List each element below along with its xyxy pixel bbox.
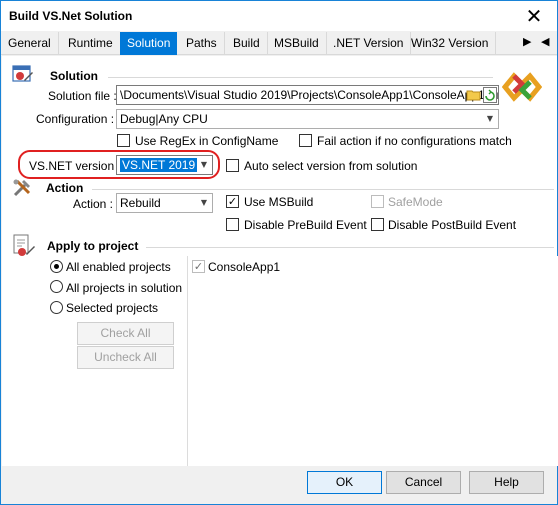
action-divider	[92, 189, 554, 190]
radio-all-enabled[interactable]	[50, 260, 63, 273]
apply-project-icon	[12, 234, 36, 258]
project-checkbox[interactable]: ✓	[192, 260, 205, 273]
solution-divider	[108, 77, 493, 78]
use-msbuild-label: Use MSBuild	[244, 195, 314, 209]
disable-postbuild-checkbox[interactable]	[371, 218, 384, 231]
tools-icon	[12, 178, 34, 198]
safemode-label: SafeMode	[388, 195, 443, 209]
close-icon[interactable]: ✕	[511, 1, 557, 31]
project-list: ✓ ConsoleApp1	[187, 256, 558, 466]
tab-runtime[interactable]: Runtime	[61, 32, 121, 55]
title-bar: Build VS.Net Solution ✕	[1, 1, 557, 31]
tab-paths[interactable]: Paths	[179, 32, 225, 55]
action-value: Rebuild	[120, 196, 161, 210]
tab-scroll-left-icon[interactable]: ◀	[541, 35, 549, 48]
help-button[interactable]: Help	[469, 471, 544, 494]
uncheck-all-button[interactable]: Uncheck All	[77, 346, 174, 369]
configuration-label: Configuration :	[36, 112, 115, 126]
solution-section-title: Solution	[50, 69, 98, 83]
chevron-down-icon: ▼	[486, 114, 493, 123]
tab-bar: General Runtime Solution Paths Build MSB…	[1, 31, 557, 55]
configuration-value: Debug|Any CPU	[120, 112, 208, 126]
tab-build[interactable]: Build	[226, 32, 268, 55]
tab-general[interactable]: General	[1, 32, 59, 55]
tab-msbuild[interactable]: MSBuild	[267, 32, 327, 55]
use-regex-checkbox[interactable]	[117, 134, 130, 147]
solution-file-value: \Documents\Visual Studio 2019\Projects\C…	[120, 88, 499, 102]
radio-selected-projects[interactable]	[50, 301, 63, 314]
solution-file-label: Solution file :	[48, 89, 117, 103]
tab-scroll-right-icon[interactable]: ▶	[523, 35, 531, 48]
chevron-down-icon: ▼	[200, 198, 207, 207]
apply-section-title: Apply to project	[47, 239, 139, 253]
highlight-annotation	[18, 150, 220, 179]
apply-divider	[146, 247, 554, 248]
disable-prebuild-checkbox[interactable]	[226, 218, 239, 231]
radio-selected-dot	[54, 264, 59, 269]
action-label: Action :	[73, 197, 114, 211]
tab-win32-version[interactable]: Win32 Version	[404, 32, 497, 55]
window-title: Build VS.Net Solution	[9, 9, 133, 23]
radio-all-in-solution[interactable]	[50, 280, 63, 293]
cancel-button[interactable]: Cancel	[386, 471, 461, 494]
radio-selected-projects-label: Selected projects	[66, 301, 159, 315]
refresh-icon[interactable]	[483, 87, 497, 103]
configuration-select[interactable]: Debug|Any CPU ▼	[116, 109, 499, 129]
folder-open-icon[interactable]	[466, 88, 482, 102]
dialog-window: Build VS.Net Solution ✕ General Runtime …	[0, 0, 558, 505]
safemode-checkbox[interactable]	[371, 195, 384, 208]
use-regex-label: Use RegEx in ConfigName	[135, 134, 279, 148]
dialog-footer: OK Cancel Help	[1, 466, 557, 504]
visual-studio-logo-icon	[501, 70, 543, 104]
tab-net-version[interactable]: .NET Version	[326, 32, 412, 55]
use-msbuild-checkbox[interactable]: ✓	[226, 195, 239, 208]
ok-button[interactable]: OK	[307, 471, 382, 494]
disable-postbuild-label: Disable PostBuild Event	[388, 218, 517, 232]
auto-select-checkbox[interactable]	[226, 159, 239, 172]
action-select[interactable]: Rebuild ▼	[116, 193, 213, 213]
project-name: ConsoleApp1	[208, 260, 281, 274]
fail-action-checkbox[interactable]	[299, 134, 312, 147]
tab-solution[interactable]: Solution	[120, 32, 178, 55]
disable-prebuild-label: Disable PreBuild Event	[244, 218, 367, 232]
solution-file-field[interactable]: \Documents\Visual Studio 2019\Projects\C…	[116, 85, 499, 105]
fail-action-label: Fail action if no configurations match	[317, 134, 512, 148]
radio-all-in-solution-label: All projects in solution	[66, 281, 183, 295]
auto-select-label: Auto select version from solution	[244, 159, 418, 173]
check-all-button[interactable]: Check All	[77, 322, 174, 345]
radio-all-enabled-label: All enabled projects	[66, 260, 171, 274]
action-section-title: Action	[46, 181, 84, 195]
solution-icon	[12, 64, 34, 84]
